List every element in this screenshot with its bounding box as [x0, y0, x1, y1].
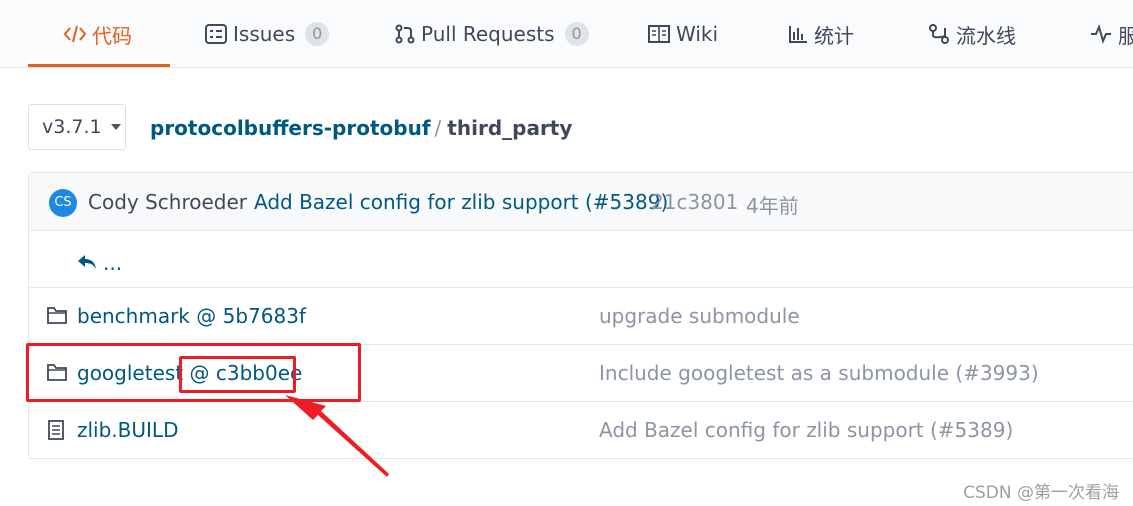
watermark: CSDN @第一次看海	[963, 483, 1119, 503]
annotation-arrow-icon	[285, 395, 389, 477]
